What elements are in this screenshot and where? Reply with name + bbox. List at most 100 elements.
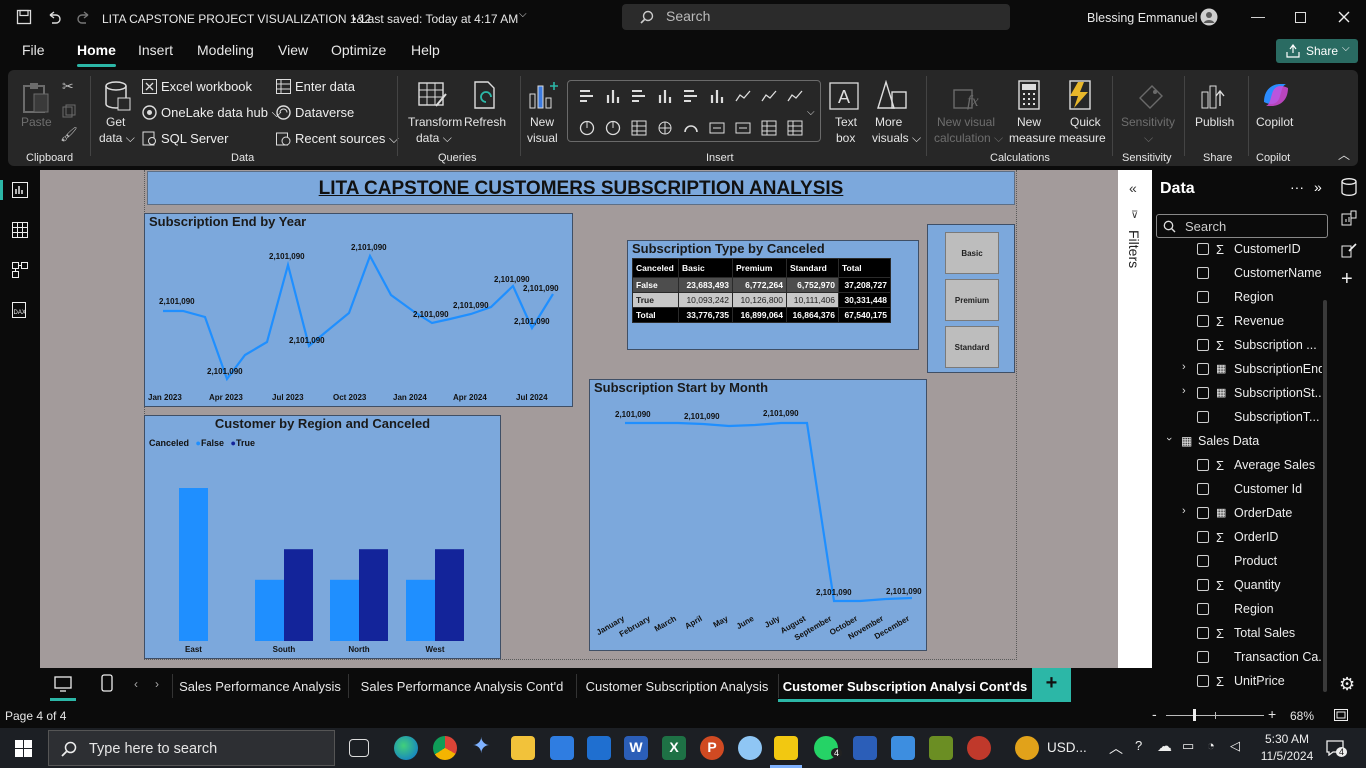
donut-chart-icon[interactable] xyxy=(605,120,621,136)
slicer-premium[interactable]: Premium xyxy=(945,279,999,321)
format-visual-icon[interactable] xyxy=(1341,242,1357,258)
tab-sales-performance[interactable]: Sales Performance Analysis xyxy=(172,668,348,702)
clock-date[interactable]: 11/5/2024 xyxy=(1254,749,1320,763)
wifi-icon[interactable]: ◔ xyxy=(1207,738,1215,753)
chevron-down-icon[interactable]: ⌵ xyxy=(807,107,815,118)
app-icon[interactable] xyxy=(738,736,762,760)
subscription-start-chart[interactable]: Subscription Start by Month 2,101,090 2,1… xyxy=(589,379,927,651)
field-item[interactable]: SubscriptionT... xyxy=(1152,406,1332,430)
field-checkbox[interactable] xyxy=(1197,531,1209,543)
more-visuals-button[interactable]: visuals ⌵ xyxy=(872,130,921,146)
menu-optimize[interactable]: Optimize xyxy=(331,42,386,58)
chevron-down-icon[interactable]: ⌵ xyxy=(519,9,527,20)
field-item[interactable]: Σ CustomerID xyxy=(1152,238,1332,262)
matrix-column-header[interactable]: Premium xyxy=(732,258,787,278)
field-item[interactable]: Σ UnitPrice xyxy=(1152,670,1332,694)
settings-gear-icon[interactable]: ⚙ xyxy=(1339,674,1355,695)
mail-icon[interactable] xyxy=(587,736,611,760)
zoom-in-icon[interactable]: + xyxy=(1268,706,1276,722)
photos-icon[interactable] xyxy=(891,736,915,760)
new-measure-button[interactable]: measure xyxy=(1009,130,1056,146)
menu-insert[interactable]: Insert xyxy=(138,42,173,58)
refresh-button[interactable]: Refresh xyxy=(464,114,506,130)
chrome-icon[interactable] xyxy=(433,736,457,760)
minimize-icon[interactable]: — xyxy=(1251,8,1265,24)
excel-taskbar-icon[interactable]: X xyxy=(662,736,686,760)
treemap-icon[interactable] xyxy=(631,120,647,136)
menu-help[interactable]: Help xyxy=(411,42,440,58)
desktop-layout-icon[interactable] xyxy=(54,676,72,692)
show-hidden-icons[interactable]: ︿ xyxy=(1109,738,1123,758)
powerpoint-icon[interactable]: P xyxy=(700,736,724,760)
menu-view[interactable]: View xyxy=(278,42,308,58)
expand-chevron-icon[interactable]: › xyxy=(1182,361,1186,373)
new-calc-label[interactable]: New visual xyxy=(937,114,995,130)
field-item[interactable]: Σ Average Sales xyxy=(1152,454,1332,478)
field-checkbox[interactable] xyxy=(1197,627,1209,639)
field-item[interactable]: CustomerName xyxy=(1152,262,1332,286)
field-item[interactable]: Σ Revenue xyxy=(1152,310,1332,334)
field-item[interactable]: Σ Quantity xyxy=(1152,574,1332,598)
scrollbar[interactable] xyxy=(1323,300,1327,692)
report-view-icon[interactable] xyxy=(12,182,28,198)
sensitivity-button[interactable]: Sensitivity xyxy=(1121,114,1175,130)
transform-data-label[interactable]: Transform xyxy=(408,114,462,130)
field-item[interactable]: Region xyxy=(1152,286,1332,310)
matrix-column-header[interactable]: Canceled xyxy=(632,258,679,278)
field-checkbox[interactable] xyxy=(1197,243,1209,255)
edge-icon[interactable] xyxy=(394,736,418,760)
field-checkbox[interactable] xyxy=(1197,315,1209,327)
tab-customer-subscription[interactable]: Customer Subscription Analysis xyxy=(576,668,778,702)
collapse-arrow-icon[interactable]: « xyxy=(1129,180,1137,196)
field-checkbox[interactable] xyxy=(1197,555,1209,567)
table-item-sales-data[interactable]: › ▦ Sales Data xyxy=(1152,430,1332,454)
save-icon[interactable] xyxy=(16,9,32,25)
mobile-layout-icon[interactable] xyxy=(101,674,113,692)
help-icon[interactable]: ? xyxy=(1135,738,1142,753)
field-checkbox[interactable] xyxy=(1197,651,1209,663)
bar-true-north[interactable] xyxy=(359,549,388,641)
sql-server-button[interactable]: SQL Server xyxy=(161,131,228,146)
field-checkbox[interactable] xyxy=(1197,603,1209,615)
field-checkbox[interactable] xyxy=(1197,291,1209,303)
expand-chevron-icon[interactable]: › xyxy=(1182,385,1186,397)
build-visual-icon[interactable] xyxy=(1341,210,1357,226)
field-checkbox[interactable] xyxy=(1197,675,1209,687)
customer-region-chart[interactable]: Customer by Region and Canceled Canceled… xyxy=(144,415,501,659)
slicer-basic[interactable]: Basic xyxy=(945,232,999,274)
zoom-slider-thumb[interactable] xyxy=(1193,709,1196,721)
field-checkbox[interactable] xyxy=(1197,507,1209,519)
text-box-label[interactable]: Text xyxy=(835,114,857,130)
undo-icon[interactable] xyxy=(46,9,62,25)
bar-true-south[interactable] xyxy=(284,549,313,641)
menu-home[interactable]: Home xyxy=(77,42,116,67)
power-bi-icon[interactable] xyxy=(774,736,798,760)
bar-true-west[interactable] xyxy=(435,549,464,641)
field-item[interactable]: › ▦ SubscriptionSt... xyxy=(1152,382,1332,406)
store-icon[interactable] xyxy=(550,736,574,760)
column-100-icon[interactable] xyxy=(709,88,725,104)
add-pane-icon[interactable]: + xyxy=(1341,268,1353,291)
field-item[interactable]: Customer Id xyxy=(1152,478,1332,502)
field-checkbox[interactable] xyxy=(1197,387,1209,399)
recent-sources-button[interactable]: Recent sources ⌵ xyxy=(295,131,399,147)
tab-sales-performance-contd[interactable]: Sales Performance Analysis Cont'd xyxy=(348,668,576,702)
app-icon[interactable] xyxy=(853,736,877,760)
bar-false-east[interactable] xyxy=(179,488,208,641)
dax-query-icon[interactable]: DAX xyxy=(12,302,28,318)
field-item[interactable]: Region xyxy=(1152,598,1332,622)
prev-page-icon[interactable]: ‹ xyxy=(134,677,138,691)
taskbar-search-input[interactable]: Type here to search xyxy=(48,730,335,766)
publish-button[interactable]: Publish xyxy=(1195,114,1234,130)
transform-data-button[interactable]: data ⌵ xyxy=(416,130,452,146)
cloud-icon[interactable]: ☁ xyxy=(1157,737,1172,755)
bar-false-north[interactable] xyxy=(330,579,359,641)
menu-file[interactable]: File xyxy=(22,42,45,58)
close-icon[interactable] xyxy=(1338,11,1350,23)
table-icon[interactable] xyxy=(761,120,777,136)
expand-chevron-icon[interactable]: › xyxy=(1163,437,1175,441)
collapse-ribbon-icon[interactable]: ︿ xyxy=(1338,146,1350,163)
enter-data-button[interactable]: Enter data xyxy=(295,79,355,94)
subscription-end-chart[interactable]: Subscription End by Year 2,101,090 2,101,… xyxy=(144,213,573,407)
currency-icon[interactable] xyxy=(1015,736,1039,760)
